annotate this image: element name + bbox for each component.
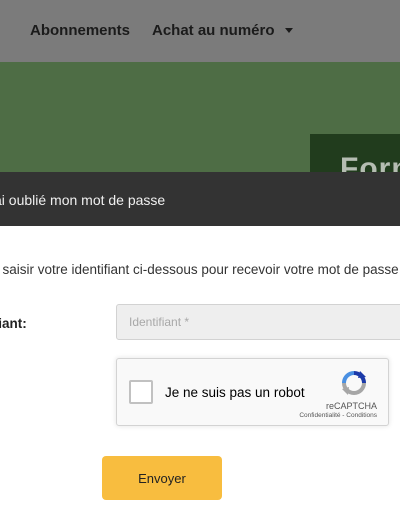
nav-item-abonnements[interactable]: Abonnements	[30, 22, 130, 39]
recaptcha-brand: reCAPTCHA	[325, 401, 377, 411]
banner-title-box: Form	[310, 134, 400, 172]
nav-item-achat-label: Achat au numéro	[152, 22, 275, 39]
modal-title: ai oublié mon mot de passe	[0, 192, 166, 208]
recaptcha-logo-icon	[342, 371, 366, 395]
identifier-input[interactable]	[116, 304, 400, 340]
send-button[interactable]: Envoyer	[102, 456, 222, 500]
recaptcha-links[interactable]: Confidentialité - Conditions	[299, 412, 377, 419]
intro-text: z saisir votre identifiant ci-dessous po…	[0, 262, 399, 277]
identifier-label: ifiant:	[0, 316, 27, 331]
recaptcha-label: Je ne suis pas un robot	[165, 385, 305, 400]
recaptcha-checkbox[interactable]	[129, 380, 153, 404]
banner-title-partial: Form	[340, 152, 400, 172]
caret-down-icon	[284, 28, 293, 34]
nav-item-achat-au-numero[interactable]: Achat au numéro	[152, 22, 293, 39]
top-navigation: l Abonnements Achat au numéro	[0, 0, 400, 62]
recaptcha-widget: Je ne suis pas un robot reCAPTCHA Confid…	[116, 358, 389, 426]
